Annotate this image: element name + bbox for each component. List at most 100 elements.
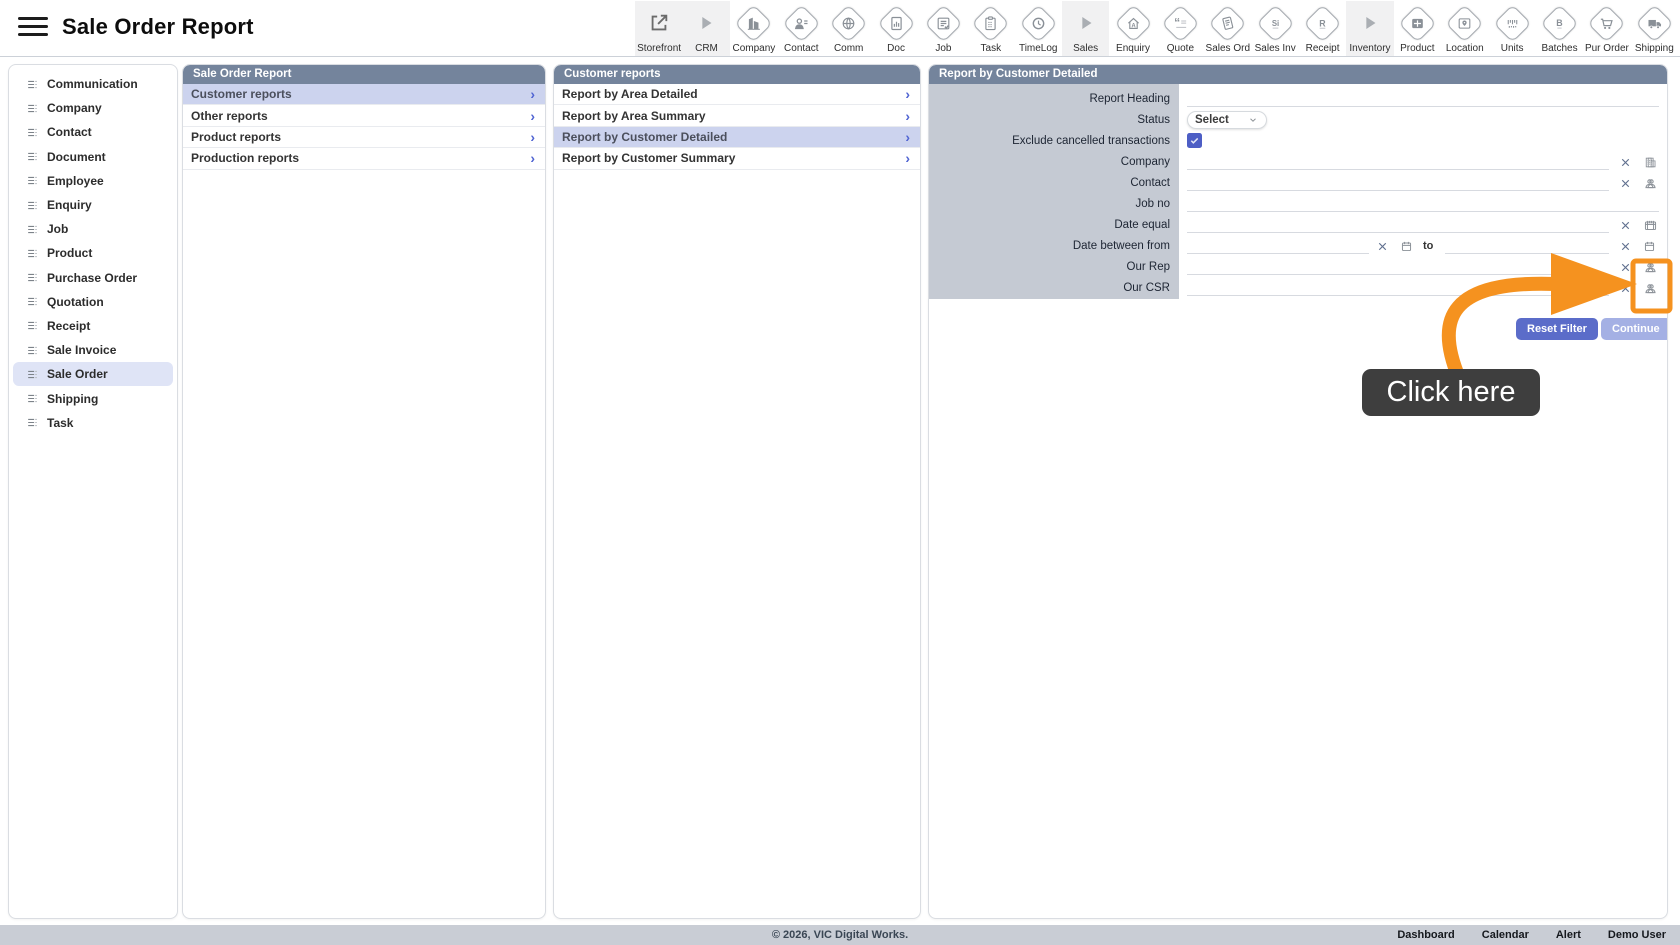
contact-clear-icon[interactable] bbox=[1618, 176, 1633, 191]
list-item-report-by-customer-summary[interactable]: Report by Customer Summary › bbox=[554, 148, 920, 170]
sidebar-item-receipt[interactable]: Receipt bbox=[13, 314, 173, 338]
date-between-from-from-calendar-picker-icon[interactable] bbox=[1399, 239, 1414, 254]
footer-links: Dashboard Calendar Alert Demo User bbox=[1397, 925, 1666, 945]
date-equal-clear-icon[interactable] bbox=[1618, 218, 1633, 233]
list-item-product-reports[interactable]: Product reports › bbox=[183, 126, 545, 149]
footer-link-demo-user[interactable]: Demo User bbox=[1608, 929, 1666, 941]
footer-link-calendar[interactable]: Calendar bbox=[1482, 929, 1529, 941]
contact-person-picker-icon[interactable] bbox=[1642, 176, 1657, 191]
hamburger-menu-icon[interactable] bbox=[18, 17, 48, 39]
sidebar-item-contact[interactable]: Contact bbox=[13, 120, 173, 144]
toolbar-item-sales-inv[interactable]: Si Sales Inv bbox=[1251, 1, 1298, 56]
toolbar-item-crm[interactable]: CRM bbox=[682, 1, 731, 56]
list-item-report-by-customer-detailed[interactable]: Report by Customer Detailed › bbox=[554, 126, 920, 149]
list-item-report-by-area-summary[interactable]: Report by Area Summary › bbox=[554, 105, 920, 127]
toolbar-item-label: Job bbox=[935, 43, 952, 54]
toolbar-item-sales[interactable]: Sales bbox=[1061, 1, 1110, 56]
list-item-label: Product reports bbox=[191, 129, 282, 144]
our-csr-person-picker-icon[interactable] bbox=[1642, 281, 1657, 296]
toolbar-item-job[interactable]: Job bbox=[920, 1, 967, 56]
our-rep-input[interactable] bbox=[1187, 274, 1609, 275]
toolbar-item-storefront[interactable]: Storefront bbox=[635, 1, 683, 56]
sidebar-item-document[interactable]: Document bbox=[13, 145, 173, 169]
sidebar-item-label: Purchase Order bbox=[47, 270, 138, 285]
company-clear-icon[interactable] bbox=[1618, 155, 1633, 170]
sidebar-item-job[interactable]: Job bbox=[13, 217, 173, 241]
toolbar-item-sales-ord[interactable]: Sales Ord bbox=[1204, 1, 1251, 56]
sidebar-item-purchase-order[interactable]: Purchase Order bbox=[13, 266, 173, 290]
date-equal-calendar-picker-icon[interactable] bbox=[1642, 218, 1657, 233]
toolbar-item-receipt[interactable]: R Receipt bbox=[1299, 1, 1346, 56]
date-equal-input[interactable] bbox=[1187, 232, 1609, 233]
toolbar-item-enquiry[interactable]: A Enquiry bbox=[1109, 1, 1156, 56]
sidebar-item-task[interactable]: Task bbox=[13, 411, 173, 435]
date-between-from-to-input[interactable] bbox=[1445, 253, 1609, 254]
our-rep-clear-icon[interactable] bbox=[1618, 260, 1633, 275]
footer-link-alert[interactable]: Alert bbox=[1556, 929, 1581, 941]
diamond-frame bbox=[829, 3, 868, 43]
toolbar-item-location[interactable]: Location bbox=[1441, 1, 1488, 56]
toolbar-item-label: Task bbox=[980, 43, 1002, 54]
diamond-frame: B bbox=[1540, 3, 1579, 43]
toolbar-item-timelog[interactable]: TimeLog bbox=[1015, 1, 1062, 56]
date-between-from-from-input[interactable] bbox=[1187, 253, 1369, 254]
chevron-right-icon: › bbox=[905, 150, 910, 167]
date-between-from-from-clear-icon[interactable] bbox=[1375, 239, 1390, 254]
list-lines-icon bbox=[26, 344, 39, 357]
toolbar-item-label: Sales bbox=[1073, 43, 1099, 54]
toolbar-item-shipping[interactable]: Shipping bbox=[1631, 1, 1678, 56]
toolbar-item-inventory[interactable]: Inventory bbox=[1346, 1, 1394, 56]
toolbar-item-contact[interactable]: Contact bbox=[778, 1, 825, 56]
sidebar-item-label: Quotation bbox=[47, 294, 104, 309]
toolbar-item-quote[interactable]: “ Quote bbox=[1157, 1, 1204, 56]
date-between-from-to-clear-icon[interactable] bbox=[1618, 239, 1633, 254]
report-heading-input[interactable] bbox=[1187, 106, 1659, 107]
list-item-other-reports[interactable]: Other reports › bbox=[183, 105, 545, 127]
sidebar-item-product[interactable]: Product bbox=[13, 241, 173, 265]
sidebar-item-sale-order[interactable]: Sale Order bbox=[13, 362, 173, 387]
job-no-input[interactable] bbox=[1187, 211, 1659, 212]
toolbar-item-units[interactable]: Units bbox=[1488, 1, 1535, 56]
toolbar-item-product[interactable]: Product bbox=[1394, 1, 1441, 56]
reset-filter-button[interactable]: Reset Filter bbox=[1516, 318, 1598, 340]
list-item-label: Production reports bbox=[191, 151, 300, 166]
list-item-report-by-area-detailed[interactable]: Report by Area Detailed › bbox=[554, 84, 920, 106]
sidebar-item-sale-invoice[interactable]: Sale Invoice bbox=[13, 338, 173, 362]
list-lines-icon bbox=[26, 199, 39, 212]
company-input[interactable] bbox=[1187, 169, 1609, 170]
contact-input[interactable] bbox=[1187, 190, 1609, 191]
list-lines-icon bbox=[26, 368, 39, 381]
our-csr-input[interactable] bbox=[1187, 295, 1609, 296]
sidebar-item-employee[interactable]: Employee bbox=[13, 169, 173, 193]
sidebar-item-label: Receipt bbox=[47, 318, 91, 333]
toolbar-item-label: Sales Inv bbox=[1254, 43, 1296, 54]
list-lines-icon bbox=[26, 271, 39, 284]
form-label-company: Company bbox=[1120, 156, 1170, 168]
exclude-cancelled-transactions-checkbox[interactable] bbox=[1187, 133, 1202, 148]
our-rep-person-picker-icon[interactable] bbox=[1642, 260, 1657, 275]
list-item-production-reports[interactable]: Production reports › bbox=[183, 148, 545, 170]
company-company-picker-icon[interactable] bbox=[1642, 155, 1657, 170]
doc-chart-icon bbox=[888, 15, 905, 32]
toolbar-item-pur-order[interactable]: Pur Order bbox=[1583, 1, 1630, 56]
footer-link-dashboard[interactable]: Dashboard bbox=[1397, 929, 1454, 941]
sidebar-item-quotation[interactable]: Quotation bbox=[13, 290, 173, 314]
status-select[interactable]: Select bbox=[1187, 111, 1267, 129]
toolbar-item-comm[interactable]: Comm bbox=[825, 1, 872, 56]
diamond-frame bbox=[1398, 3, 1437, 43]
date-between-from-to-calendar-picker-icon[interactable] bbox=[1642, 239, 1657, 254]
toolbar-item-doc[interactable]: Doc bbox=[872, 1, 919, 56]
continue-button[interactable]: Continue bbox=[1601, 318, 1667, 340]
toolbar-item-task[interactable]: Task bbox=[967, 1, 1014, 56]
toolbar-item-batches[interactable]: B Batches bbox=[1536, 1, 1583, 56]
list-item-customer-reports[interactable]: Customer reports › bbox=[183, 84, 545, 106]
date-range-separator: to bbox=[1423, 240, 1434, 252]
form-field-area bbox=[1179, 89, 1667, 110]
sidebar-item-communication[interactable]: Communication bbox=[13, 72, 173, 96]
form-row-exclude-cancelled-transactions: Exclude cancelled transactions bbox=[929, 131, 1667, 152]
sidebar-item-shipping[interactable]: Shipping bbox=[13, 386, 173, 410]
sidebar-item-enquiry[interactable]: Enquiry bbox=[13, 193, 173, 217]
toolbar-item-company[interactable]: Company bbox=[730, 1, 777, 56]
our-csr-clear-icon[interactable] bbox=[1618, 281, 1633, 296]
sidebar-item-company[interactable]: Company bbox=[13, 96, 173, 120]
